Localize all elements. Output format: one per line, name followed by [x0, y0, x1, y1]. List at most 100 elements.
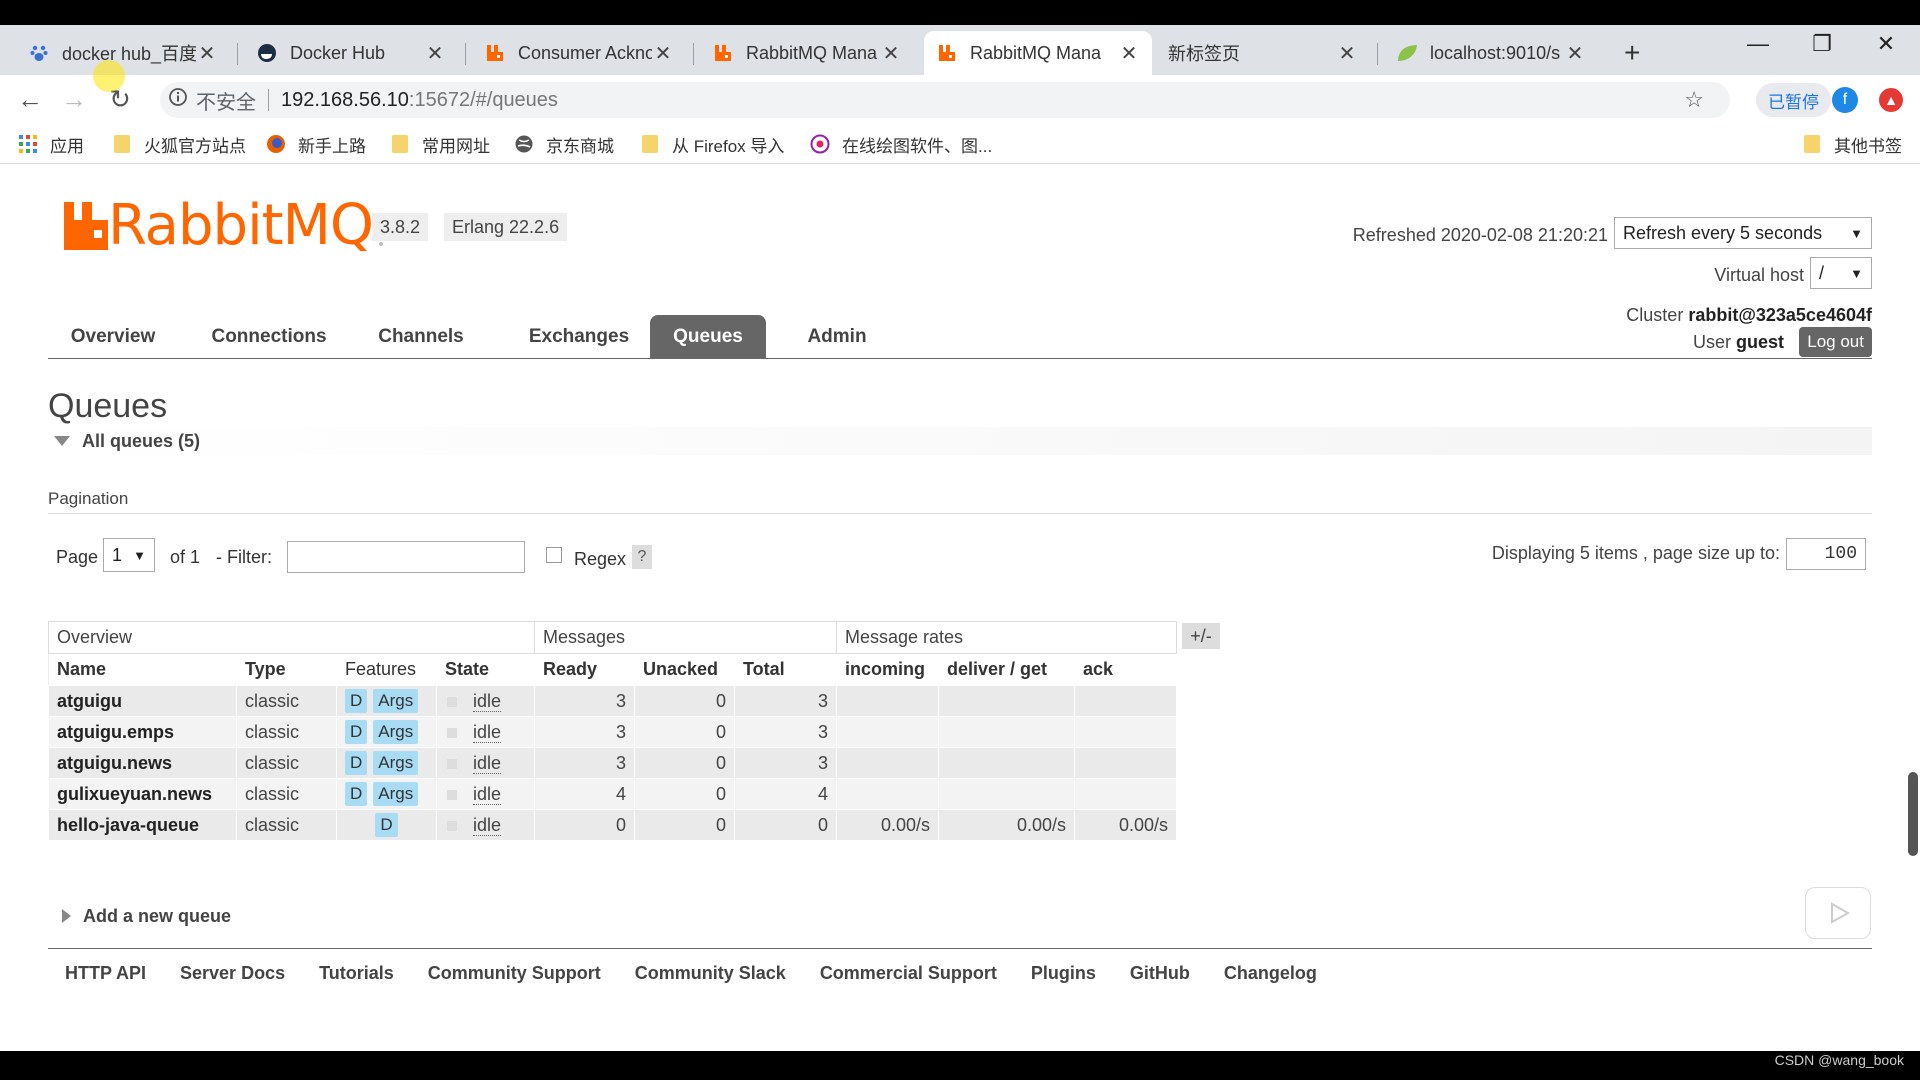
info-icon[interactable]	[168, 87, 188, 113]
queue-name-link[interactable]: atguigu.emps	[48, 716, 237, 748]
col-name[interactable]: Name	[48, 653, 237, 686]
page-title: Queues	[48, 387, 168, 425]
tab-close-icon[interactable]: ✕	[652, 41, 674, 66]
table-row[interactable]: atguigu classic D Args idle 3 0 3	[48, 685, 1177, 717]
queue-state: idle	[436, 716, 535, 748]
footer-github[interactable]: GitHub	[1130, 963, 1190, 984]
nav-queues[interactable]: Queues	[650, 315, 766, 359]
tab-2[interactable]: Consumer Ackno ✕	[472, 31, 686, 75]
queue-state: idle	[436, 747, 535, 779]
footer-tutorials[interactable]: Tutorials	[319, 963, 394, 984]
table-row[interactable]: gulixueyuan.news classic D Args idle 4 0 …	[48, 778, 1177, 810]
address-bar[interactable]: 不安全 192.168.56.10:15672/#/queues ☆	[160, 82, 1730, 118]
bookmarks-bar: 应用 火狐官方站点 新手上路 常用网址 京东商城 从 Firefox 导入 在线…	[0, 124, 1920, 164]
sync-paused-button[interactable]: 已暂停	[1756, 83, 1831, 117]
footer-server-docs[interactable]: Server Docs	[180, 963, 285, 984]
tab-3[interactable]: RabbitMQ Mana ✕	[700, 31, 914, 75]
col-unacked[interactable]: Unacked	[634, 653, 735, 686]
queue-name-link[interactable]: hello-java-queue	[48, 809, 237, 841]
durable-badge: D	[345, 782, 368, 806]
regex-help-button[interactable]: ?	[632, 545, 652, 569]
scrollbar-thumb[interactable]	[1908, 772, 1918, 856]
page-select[interactable]: 1 ▼	[103, 538, 155, 572]
ack-rate: 0.00/s	[1074, 809, 1177, 841]
footer-community-support[interactable]: Community Support	[428, 963, 601, 984]
folder-icon	[640, 134, 660, 154]
tab-close-icon[interactable]: ✕	[196, 41, 218, 66]
tab-6[interactable]: localhost:9010/s ✕	[1384, 31, 1598, 75]
table-row[interactable]: atguigu.news classic D Args idle 3 0 3	[48, 747, 1177, 779]
extension-icon[interactable]: ▲	[1879, 88, 1903, 112]
floating-play-widget[interactable]	[1805, 887, 1871, 939]
filter-input[interactable]	[287, 541, 525, 573]
tab-close-icon[interactable]: ✕	[1336, 41, 1358, 66]
nav-connections[interactable]: Connections	[194, 315, 344, 359]
bookmark-jd-mall[interactable]: 京东商城	[514, 130, 614, 158]
queue-type: classic	[236, 716, 337, 748]
col-ack[interactable]: ack	[1074, 653, 1177, 686]
page-size-input[interactable]: 100	[1786, 538, 1866, 570]
rabbitmq-page: RabbitMQ 3.8.2 Erlang 22.2.6 Refreshed 2…	[0, 165, 1920, 1051]
footer-http-api[interactable]: HTTP API	[65, 963, 146, 984]
minimize-icon[interactable]: —	[1728, 31, 1788, 57]
col-features[interactable]: Features	[336, 653, 437, 686]
browser-window: docker hub_百度 ✕ Docker Hub ✕ Consumer Ac…	[0, 25, 1920, 1051]
virtual-host-select[interactable]: / ▼	[1810, 257, 1872, 289]
tab-5[interactable]: 新标签页 ✕	[1156, 31, 1370, 75]
nav-overview[interactable]: Overview	[48, 315, 178, 359]
bookmark-getting-started[interactable]: 新手上路	[266, 130, 366, 158]
bookmark-apps[interactable]: 应用	[18, 130, 84, 158]
new-tab-button[interactable]: +	[1624, 37, 1640, 69]
tab-close-icon[interactable]: ✕	[424, 41, 446, 66]
col-type[interactable]: Type	[236, 653, 337, 686]
drawing-app-icon	[810, 134, 830, 154]
bookmark-common-urls[interactable]: 常用网址	[390, 130, 490, 158]
bookmark-other[interactable]: 其他书签	[1802, 130, 1902, 158]
col-state[interactable]: State	[436, 653, 535, 686]
tab-4-active[interactable]: RabbitMQ Mana ✕	[924, 31, 1152, 75]
bookmark-firefox-site[interactable]: 火狐官方站点	[112, 130, 246, 158]
column-toggle-button[interactable]: +/-	[1182, 623, 1220, 649]
nav-exchanges[interactable]: Exchanges	[504, 315, 654, 359]
queue-name-link[interactable]: gulixueyuan.news	[48, 778, 237, 810]
col-ready[interactable]: Ready	[534, 653, 635, 686]
close-window-icon[interactable]: ✕	[1856, 31, 1916, 57]
nav-admin[interactable]: Admin	[782, 315, 892, 359]
queue-name-link[interactable]: atguigu.news	[48, 747, 237, 779]
bookmark-firefox-import[interactable]: 从 Firefox 导入	[640, 130, 784, 158]
back-arrow-icon[interactable]: ←	[14, 83, 46, 115]
col-total[interactable]: Total	[734, 653, 837, 686]
tab-1[interactable]: Docker Hub ✕	[244, 31, 458, 75]
incoming-rate	[836, 778, 939, 810]
regex-label: Regex	[574, 549, 627, 569]
nav-channels[interactable]: Channels	[356, 315, 486, 359]
state-label: idle	[473, 783, 502, 805]
queue-name-link[interactable]: atguigu	[48, 685, 237, 717]
footer-commercial-support[interactable]: Commercial Support	[820, 963, 997, 984]
queue-features: D Args	[336, 747, 437, 779]
footer-plugins[interactable]: Plugins	[1031, 963, 1096, 984]
refresh-interval-select[interactable]: Refresh every 5 seconds ▼	[1614, 217, 1872, 249]
star-icon[interactable]: ☆	[1684, 87, 1704, 113]
total-count: 3	[734, 747, 837, 779]
total-count: 3	[734, 685, 837, 717]
tab-close-icon[interactable]: ✕	[880, 41, 902, 66]
unacked-count: 0	[634, 716, 735, 748]
forward-arrow-icon[interactable]: →	[58, 83, 90, 115]
regex-checkbox[interactable]	[546, 547, 562, 563]
bookmark-online-drawing[interactable]: 在线绘图软件、图...	[810, 130, 992, 158]
restore-icon[interactable]: ❐	[1792, 31, 1852, 57]
col-deliver-get[interactable]: deliver / get	[938, 653, 1075, 686]
all-queues-toggle[interactable]: All queues (5)	[48, 427, 1872, 455]
table-row[interactable]: atguigu.emps classic D Args idle 3 0 3	[48, 716, 1177, 748]
profile-avatar[interactable]: f	[1832, 87, 1858, 113]
tab-close-icon[interactable]: ✕	[1118, 41, 1140, 66]
group-messages: Messages	[534, 621, 837, 654]
add-queue-toggle[interactable]: Add a new queue	[48, 901, 1872, 931]
tab-close-icon[interactable]: ✕	[1564, 41, 1586, 66]
col-incoming[interactable]: incoming	[836, 653, 939, 686]
table-row[interactable]: hello-java-queue classic D idle 0 0 0 0.…	[48, 809, 1177, 841]
bookmark-label: 常用网址	[422, 136, 490, 156]
footer-changelog[interactable]: Changelog	[1224, 963, 1317, 984]
footer-community-slack[interactable]: Community Slack	[635, 963, 786, 984]
